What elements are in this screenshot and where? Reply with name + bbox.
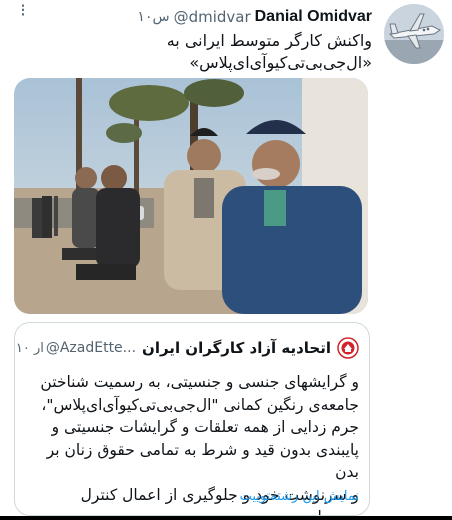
quoted-tweet[interactable]: ۱۰ ار @AzadEtte... اتحادیه آزاد کارگران … [14, 322, 370, 516]
quoted-author-logo-icon [337, 337, 359, 359]
tweet-text-line: «ال‌جی‌بی‌تی‌کیوآی‌ای‌پلاس» [189, 53, 372, 72]
tweet-text-line: واکنش کارگر متوسط ایرانی به [166, 31, 372, 50]
tweet-time[interactable]: ۱۰س [137, 9, 169, 25]
quoted-tweet-header: ۱۰ ار @AzadEtte... اتحادیه آزاد کارگران … [16, 337, 359, 359]
quoted-text-line: و گرایشهای جنسی و جنسیتی، به رسمیت شناخت… [40, 373, 359, 391]
author-avatar[interactable] [384, 4, 444, 64]
quoted-author-name: اتحادیه آزاد کارگران ایران [142, 339, 331, 357]
author-name[interactable]: Danial Omidvar [255, 8, 372, 26]
tweet-photo[interactable] [14, 78, 368, 314]
quoted-tweet-time: ۱۰ ار [15, 340, 44, 356]
quoted-author-handle: @AzadEtte... [45, 340, 137, 356]
show-thread-link[interactable]: نمایش این رشته‌توییت [240, 489, 359, 504]
quoted-text-line: پایبندی بدون قید و شرط به تمامی حقوق زنا… [46, 440, 359, 482]
quoted-text-line: جامعه‌ی رنگین کمانی "ال‌جی‌بی‌تی‌کیوآی‌ا… [41, 395, 359, 414]
tweet[interactable]: ⁝ ۱۰س @dmidvar Danial Omidvar واکنش کارگ… [0, 0, 452, 520]
airplane-icon [384, 4, 444, 64]
author-handle[interactable]: @dmidvar [174, 8, 251, 26]
tweet-header: ۱۰س @dmidvar Danial Omidvar [14, 6, 372, 28]
bottom-divider [0, 516, 452, 520]
tweet-text: واکنش کارگر متوسط ایرانی به «ال‌جی‌بی‌تی… [14, 30, 372, 74]
workers-photo-icon [14, 78, 368, 314]
quoted-text-line: جرم زدایی از همه تعلقات و گرایشات جنسیتی… [51, 418, 359, 436]
